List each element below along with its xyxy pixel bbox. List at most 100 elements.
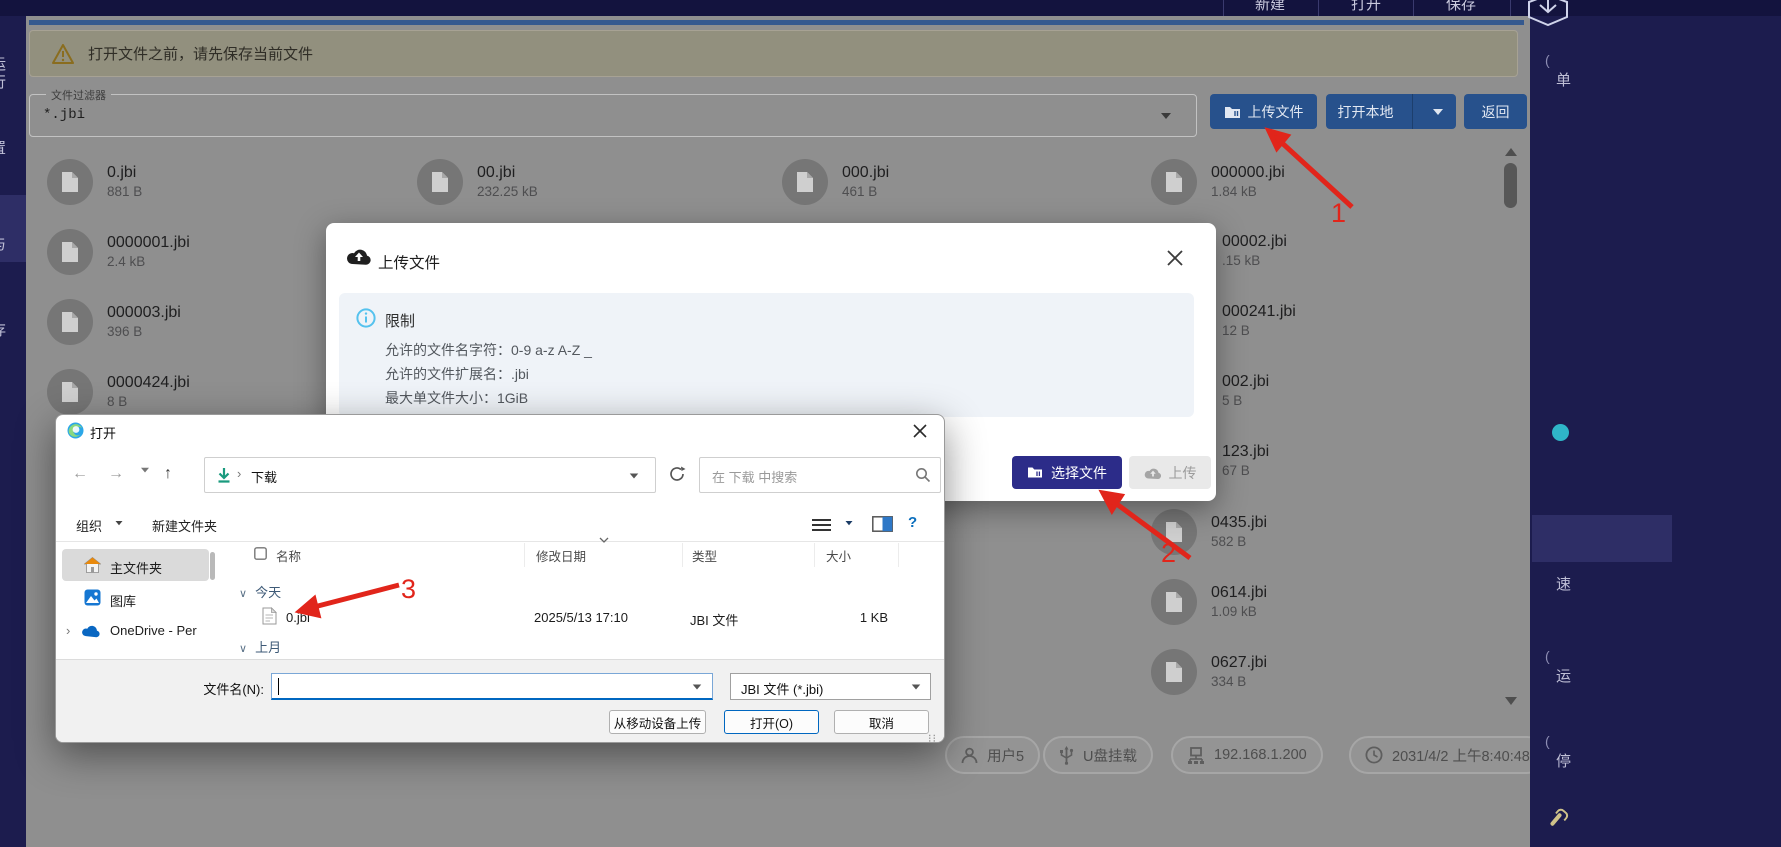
select-all-checkbox[interactable] (254, 547, 267, 560)
filename-input[interactable] (271, 673, 713, 700)
file-grid-item[interactable]: 000003.jbi396 B (47, 299, 181, 345)
open-local-label[interactable]: 打开本地 (1326, 102, 1405, 122)
column-size[interactable]: 大小 (826, 546, 851, 565)
file-grid-item[interactable]: 0000424.jbi8 B (47, 369, 190, 415)
file-grid-item[interactable]: 123.jbi67 B (1222, 442, 1269, 480)
rail-menu-glyph[interactable]: 单 (1556, 72, 1571, 90)
file-grid-item[interactable]: 000.jbi461 B (782, 159, 889, 205)
file-row-name[interactable]: 0.jbi (286, 610, 310, 625)
file-row-date: 2025/5/13 17:10 (534, 610, 628, 625)
rail-menu-glyph[interactable]: 停 (1556, 753, 1571, 771)
rail-menu-glyph[interactable]: 速 (1556, 576, 1571, 594)
rail-icon-arc: ( (1545, 648, 1550, 664)
column-separator[interactable] (814, 543, 815, 567)
column-date[interactable]: 修改日期 (536, 546, 586, 565)
cancel-button[interactable]: 取消 (834, 710, 929, 734)
file-icon (47, 299, 93, 345)
open-button[interactable]: 打开(O) (724, 710, 819, 734)
address-bar[interactable]: › 下载 (204, 457, 656, 493)
scrollbar-thumb[interactable] (1504, 163, 1517, 208)
filename-history-caret[interactable] (693, 684, 702, 689)
open-local-dropdown[interactable] (1420, 109, 1456, 115)
package-box-icon[interactable] (1522, 0, 1574, 32)
expander-chevron[interactable]: › (66, 623, 70, 638)
file-grid-item[interactable]: 0.jbi881 B (47, 159, 142, 205)
menu-item-new[interactable]: 新建 (1255, 0, 1285, 14)
group-today[interactable]: ∨今天 (239, 582, 281, 601)
file-grid-item[interactable]: 0000001.jbi2.4 kB (47, 229, 190, 275)
refresh-icon[interactable] (668, 465, 686, 483)
sidebar-item-home[interactable]: 主文件夹 (110, 558, 162, 577)
status-pill-network[interactable]: 192.168.1.200 (1171, 736, 1323, 774)
sidebar-item-gallery[interactable]: 图库 (110, 591, 136, 610)
file-grid-item[interactable]: 00002.jbi.15 kB (1222, 232, 1287, 270)
nav-forward-icon[interactable]: → (108, 465, 124, 483)
column-separator[interactable] (898, 543, 899, 567)
sidebar-scrollbar[interactable] (210, 552, 215, 580)
status-pill-clock[interactable]: 2031/4/2 上午8:40:48 (1349, 736, 1546, 774)
menu-item-open[interactable]: 打开 (1351, 0, 1381, 14)
column-separator[interactable] (524, 543, 525, 567)
tools-icon[interactable] (1550, 812, 1563, 826)
upload-file-button[interactable]: 上传文件 (1210, 94, 1317, 129)
file-size: 881 B (107, 183, 142, 201)
column-name[interactable]: 名称 (276, 546, 301, 565)
upload-from-mobile-button[interactable]: 从移动设备上传 (609, 710, 706, 734)
rail-menu-glyph[interactable]: 运 (1556, 668, 1571, 686)
filetype-select[interactable]: JBI 文件 (*.jbi) (730, 673, 931, 700)
status-pill-user[interactable]: 用户5 (945, 736, 1040, 774)
search-box[interactable]: 在 下载 中搜索 (699, 457, 941, 493)
file-grid-item[interactable]: 000241.jbi12 B (1222, 302, 1296, 340)
menu-separator (1318, 0, 1319, 16)
file-grid-item[interactable]: 0614.jbi1.09 kB (1151, 579, 1267, 625)
file-filter-field[interactable]: 文件过滤器 *.jbi (29, 94, 1197, 137)
scroll-down-arrow[interactable] (1505, 697, 1517, 705)
filter-dropdown-caret[interactable] (1161, 113, 1171, 119)
address-dropdown-caret[interactable] (630, 473, 639, 478)
upload-button-disabled[interactable]: 上传 (1129, 456, 1211, 489)
column-type[interactable]: 类型 (692, 546, 717, 565)
close-icon[interactable] (1166, 249, 1184, 267)
rail-menu-glyph[interactable]: 与 (0, 236, 6, 254)
file-grid-item[interactable]: 002.jbi5 B (1222, 372, 1269, 410)
scroll-up-arrow[interactable] (1505, 148, 1517, 156)
file-name: 0435.jbi (1211, 513, 1267, 533)
organize-menu[interactable]: 组织 (76, 516, 102, 535)
help-icon[interactable]: ? (908, 514, 917, 531)
column-separator[interactable] (682, 543, 683, 567)
file-grid-item[interactable]: 0435.jbi582 B (1151, 509, 1267, 555)
open-local-split-button[interactable]: 打开本地 (1326, 94, 1456, 129)
file-grid-item[interactable]: 00.jbi232.25 kB (417, 159, 538, 205)
file-grid-item[interactable]: 000000.jbi1.84 kB (1151, 159, 1285, 205)
rail-menu-glyph[interactable]: 运 (0, 56, 6, 74)
status-pill-usb[interactable]: U盘挂载 (1043, 736, 1153, 774)
new-folder-button[interactable]: 新建文件夹 (152, 516, 217, 535)
file-grid-item[interactable]: 0627.jbi334 B (1151, 649, 1267, 695)
group-last-month[interactable]: ∨上月 (239, 637, 281, 656)
rail-menu-glyph[interactable]: 行 (0, 74, 6, 92)
view-mode-caret[interactable] (846, 521, 853, 536)
preview-pane-icon[interactable] (872, 516, 893, 532)
windows-open-dialog: 打开 ← → ↑ › 下载 在 下载 中搜索 (55, 414, 945, 743)
resize-grip[interactable]: ⁝⁝ (928, 732, 937, 743)
choose-file-button[interactable]: 选择文件 (1012, 456, 1122, 489)
breadcrumb-downloads[interactable]: 下载 (251, 467, 277, 486)
sidebar-item-onedrive[interactable]: OneDrive - Per (110, 623, 216, 638)
back-button[interactable]: 返回 (1464, 94, 1527, 129)
search-placeholder: 在 下载 中搜索 (712, 467, 797, 486)
right-nav-selected-band[interactable] (1532, 515, 1672, 562)
dialog-close-icon[interactable] (912, 423, 928, 439)
list-view-icon[interactable] (812, 518, 831, 532)
file-filter-value: *.jbi (43, 107, 85, 123)
search-icon[interactable] (915, 467, 931, 483)
rail-menu-glyph[interactable]: 存 (0, 322, 6, 340)
nav-back-icon[interactable]: ← (72, 465, 88, 483)
file-size: 12 B (1222, 322, 1296, 340)
nav-recent-caret[interactable] (141, 468, 149, 485)
rail-menu-glyph[interactable]: 置 (0, 140, 6, 158)
organize-caret[interactable] (116, 521, 123, 536)
file-name: 000003.jbi (107, 303, 181, 323)
menu-item-save[interactable]: 保存 (1446, 0, 1476, 14)
file-name: 000241.jbi (1222, 302, 1296, 322)
nav-up-icon[interactable]: ↑ (164, 465, 172, 483)
